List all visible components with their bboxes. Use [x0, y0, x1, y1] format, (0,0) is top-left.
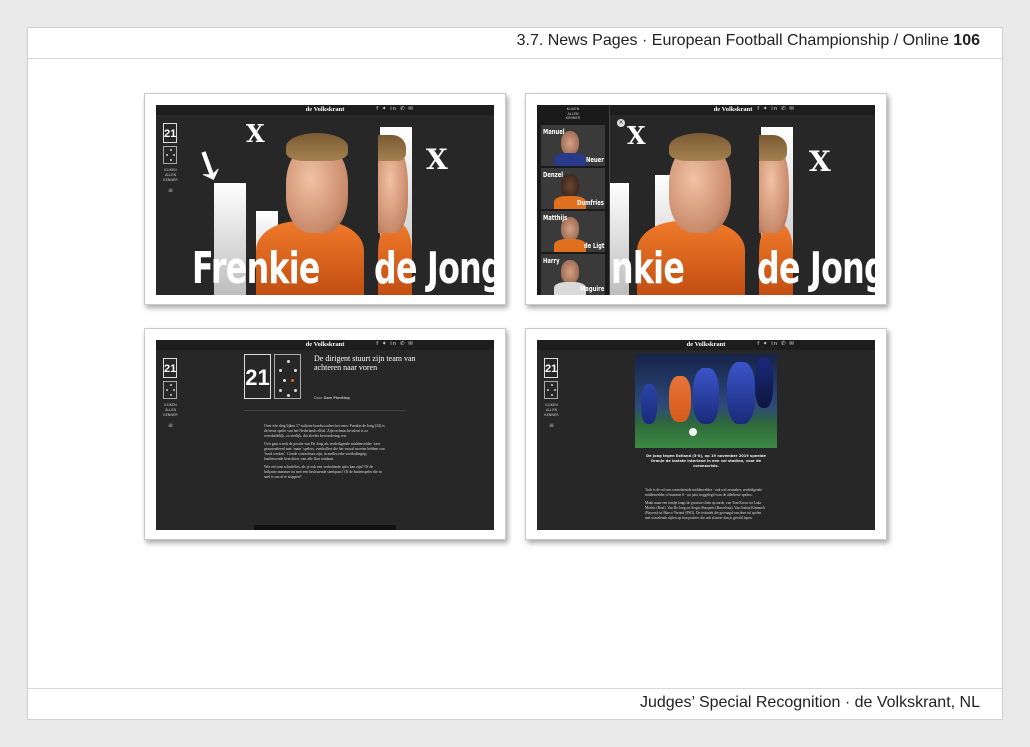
hero-player-hair: [669, 133, 731, 161]
screen-hero: de Volkskrant f ✦ in ✆ ✉ X X ↓ Frenkie d…: [156, 105, 494, 295]
hero-scrawl-mark: X: [809, 145, 831, 178]
header-title-text: 3.7. News Pages · European Football Cham…: [516, 32, 949, 49]
hero-scrawl-mark: X: [426, 143, 448, 176]
social-icons[interactable]: f ✦ in ✆ ✉: [757, 106, 795, 112]
thumbnail-hero: de Volkskrant f ✦ in ✆ ✉ X X ↓ Frenkie d…: [144, 93, 506, 305]
hero-player-hair: [286, 133, 348, 161]
social-icons[interactable]: f ✦ in ✆ ✉: [757, 341, 795, 347]
thumbnail-photo-article: de Volkskrant f ✦ in ✆ ✉ 21 KLIKEN ALLEN K…: [525, 328, 887, 540]
page-number: 106: [953, 32, 980, 49]
hero-player-hair: [759, 135, 787, 161]
side-navigation: 21 KLIKEN ALLEN KENNER ≡: [163, 123, 178, 194]
player-card[interactable]: Denzel Dumfries: [541, 168, 605, 209]
article-number-badge: 21: [244, 354, 271, 399]
footer-credit: Judges’ Special Recognition · de Volkskr…: [639, 694, 980, 711]
player-number-badge[interactable]: 21: [163, 358, 177, 378]
thumbnail-players-panel: de Volkskrant f ✦ in ✆ ✉ X X nkie de Jon…: [525, 93, 887, 305]
article-body: Over één ding lijken 17 miljoen bondscoa…: [264, 424, 386, 483]
formation-pitch-icon[interactable]: [163, 381, 177, 399]
side-navigation: 21 KLIKEN ALLEN KENNER ≡: [544, 358, 559, 429]
article-paragraph: Toch is de rol van controlerende middenv…: [645, 488, 762, 497]
article-author[interactable]: Sam Planting: [324, 396, 350, 400]
header-title: 3.7. News Pages · European Football Cham…: [517, 32, 980, 50]
close-icon[interactable]: ×: [617, 119, 625, 127]
article-headline: De dirigent stuurt zijn team van achtere…: [314, 354, 416, 372]
thumbnail-article: de Volkskrant f ✦ in ✆ ✉ 21 KLIKEN ALLEN K…: [144, 328, 506, 540]
formation-pitch-icon[interactable]: [163, 146, 177, 164]
hero-last-name: de Jong: [374, 243, 494, 294]
masthead-logo[interactable]: de Volkskrant: [687, 341, 726, 348]
photo-caption: De Jong tegen Estland (5-0), op 19 novem…: [646, 454, 766, 468]
player-card[interactable]: Manuel Neuer: [541, 125, 605, 166]
side-label[interactable]: KLIKEN ALLEN KENNER: [163, 403, 178, 418]
side-navigation: 21 KLIKEN ALLEN KENNER ≡: [163, 358, 178, 429]
article-paragraph: Wie zal toen schuifelen, als je ook een …: [264, 465, 382, 479]
divider: [244, 410, 406, 411]
article-paragraph: Over één ding lijken 17 miljoen bondscoa…: [264, 424, 385, 438]
player-card-shirt: [554, 153, 586, 166]
hero-last-name: de Jong: [757, 243, 875, 294]
hero-first-name-partial: nkie: [611, 243, 685, 294]
hero-player-hair: [378, 135, 406, 161]
player-number-badge[interactable]: 21: [163, 123, 177, 143]
site-topbar: de Volkskrant f ✦ in ✆ ✉: [156, 105, 494, 115]
article-body: Toch is de rol van controlerende middenv…: [645, 488, 767, 524]
masthead-logo[interactable]: de Volkskrant: [306, 106, 345, 113]
article-byline: Door Sam Planting: [314, 396, 350, 400]
masthead-logo[interactable]: de Volkskrant: [306, 341, 345, 348]
article-media-strip: [254, 525, 396, 530]
hero-scrawl-mark: X: [627, 121, 646, 150]
screen-photo-article: de Volkskrant f ✦ in ✆ ✉ 21 KLIKEN ALLEN K…: [537, 340, 875, 530]
article-paragraph: Ooit gaat wordt de positie van De Jong a…: [264, 442, 385, 461]
screen-article: de Volkskrant f ✦ in ✆ ✉ 21 KLIKEN ALLEN K…: [156, 340, 494, 530]
player-card[interactable]: Harry Maguire: [541, 254, 605, 295]
article-paragraph: Maak maar een rondje langs de grootste c…: [645, 501, 765, 520]
menu-icon[interactable]: ≡: [163, 187, 178, 194]
site-topbar: de Volkskrant f ✦ in ✆ ✉: [537, 340, 875, 350]
sheet-footer: Judges’ Special Recognition · de Volkskr…: [28, 688, 1002, 719]
masthead-logo[interactable]: de Volkskrant: [714, 106, 753, 113]
hero-image: X X ↓ Frenkie de Jong: [156, 115, 494, 295]
player-card-shirt: [554, 239, 586, 252]
players-panel: KLIKEN ALLEN KENNER Manuel Neuer Denzel Dumf…: [537, 105, 610, 295]
award-sheet: 3.7. News Pages · European Football Cham…: [27, 27, 1003, 720]
side-label[interactable]: KLIKEN ALLEN KENNER: [544, 403, 559, 418]
player-card[interactable]: Matthijs de Ligt: [541, 211, 605, 252]
side-label[interactable]: KLIKEN ALLEN KENNER: [163, 168, 178, 183]
hero-first-name: Frenkie: [192, 243, 320, 294]
social-icons[interactable]: f ✦ in ✆ ✉: [376, 341, 414, 347]
match-photo: [635, 354, 777, 448]
menu-icon[interactable]: ≡: [544, 422, 559, 429]
site-topbar: de Volkskrant f ✦ in ✆ ✉: [156, 340, 494, 350]
social-icons[interactable]: f ✦ in ✆ ✉: [376, 106, 414, 112]
player-number-badge[interactable]: 21: [544, 358, 558, 378]
formation-pitch-icon[interactable]: [544, 381, 558, 399]
screen-players-panel: de Volkskrant f ✦ in ✆ ✉ X X nkie de Jon…: [537, 105, 875, 295]
menu-icon[interactable]: ≡: [163, 422, 178, 429]
article-formation-icon: [274, 354, 301, 399]
players-panel-header: KLIKEN ALLEN KENNER: [565, 107, 581, 120]
hero-scrawl-mark: X: [246, 119, 265, 148]
sheet-header: 3.7. News Pages · European Football Cham…: [28, 28, 1002, 59]
